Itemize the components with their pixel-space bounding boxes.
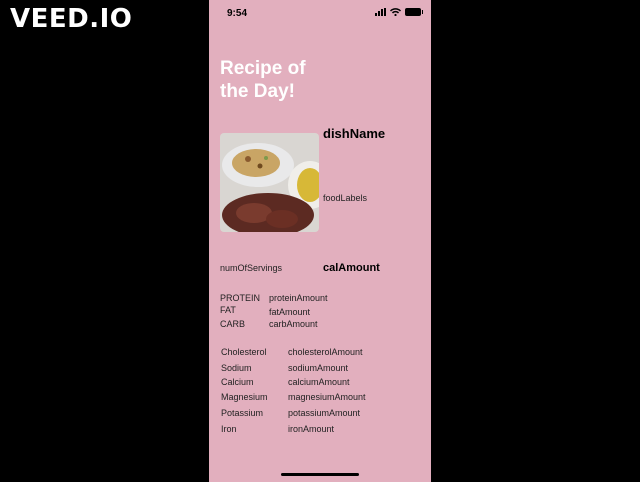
cholesterol-amount: cholesterolAmount	[288, 347, 363, 357]
magnesium-amount: magnesiumAmount	[288, 392, 366, 402]
fat-amount: fatAmount	[269, 307, 311, 317]
dish-name: dishName	[323, 126, 386, 141]
potassium-label: Potassium	[221, 408, 264, 418]
potassium-amount: potassiumAmount	[288, 408, 361, 418]
carb-amount: carbAmount	[269, 319, 318, 329]
battery-icon	[405, 8, 423, 16]
magnesium-label: Magnesium	[221, 392, 268, 402]
protein-amount: proteinAmount	[269, 293, 328, 303]
food-photo-icon	[220, 133, 319, 232]
status-time: 9:54	[227, 8, 248, 19]
status-icons	[375, 8, 423, 16]
fat-label: FAT	[220, 305, 236, 315]
dish-image	[220, 133, 319, 232]
sodium-label: Sodium	[221, 363, 252, 373]
calcium-amount: calciumAmount	[288, 377, 350, 387]
phone-screen: 9:54 Recipe of the Day! dishName foodLab…	[209, 0, 431, 482]
iron-amount: ironAmount	[288, 424, 335, 434]
calorie-amount: calAmount	[323, 262, 380, 274]
signal-icon	[375, 8, 386, 16]
calcium-label: Calcium	[221, 377, 254, 387]
home-indicator[interactable]	[281, 473, 359, 476]
protein-label: PROTEIN	[220, 293, 261, 303]
page-title: Recipe of the Day!	[220, 58, 306, 102]
food-labels: foodLabels	[323, 193, 368, 203]
cholesterol-label: Cholesterol	[221, 347, 267, 357]
num-servings: numOfServings	[220, 263, 283, 273]
carb-label: CARB	[220, 319, 246, 329]
wifi-icon	[390, 8, 401, 16]
sodium-amount: sodiumAmount	[288, 363, 349, 373]
iron-label: Iron	[221, 424, 237, 434]
veed-watermark: VEED.IO	[10, 4, 133, 34]
